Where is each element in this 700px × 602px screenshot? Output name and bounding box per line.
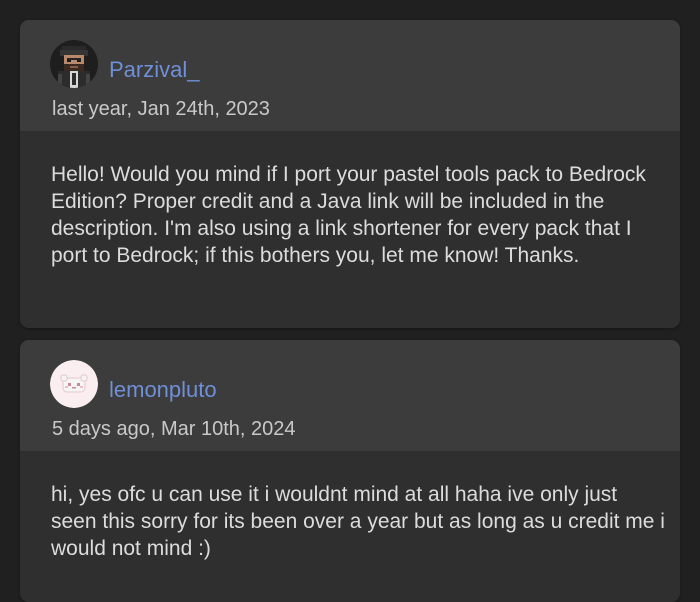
pastel-creature-avatar-icon[interactable] xyxy=(50,360,98,408)
username-link[interactable]: lemonpluto xyxy=(109,377,217,403)
comment-header: lemonpluto 5 days ago, Mar 10th, 2024 xyxy=(20,340,680,451)
comment-timestamp: last year, Jan 24th, 2023 xyxy=(52,98,270,120)
comment-card: lemonpluto 5 days ago, Mar 10th, 2024 hi… xyxy=(20,340,680,602)
comment-card: Parzival_ last year, Jan 24th, 2023 Hell… xyxy=(20,20,680,328)
comment-header: Parzival_ last year, Jan 24th, 2023 xyxy=(20,20,680,131)
pixel-character-avatar-icon[interactable] xyxy=(50,40,98,88)
comment-body: hi, yes ofc u can use it i wouldnt mind … xyxy=(20,451,680,602)
comment-text: Hello! Would you mind if I port your pas… xyxy=(51,163,646,267)
comment-timestamp: 5 days ago, Mar 10th, 2024 xyxy=(52,418,296,440)
comment-text: hi, yes ofc u can use it i wouldnt mind … xyxy=(51,483,665,560)
comment-body: Hello! Would you mind if I port your pas… xyxy=(20,131,680,328)
username-link[interactable]: Parzival_ xyxy=(109,57,199,83)
